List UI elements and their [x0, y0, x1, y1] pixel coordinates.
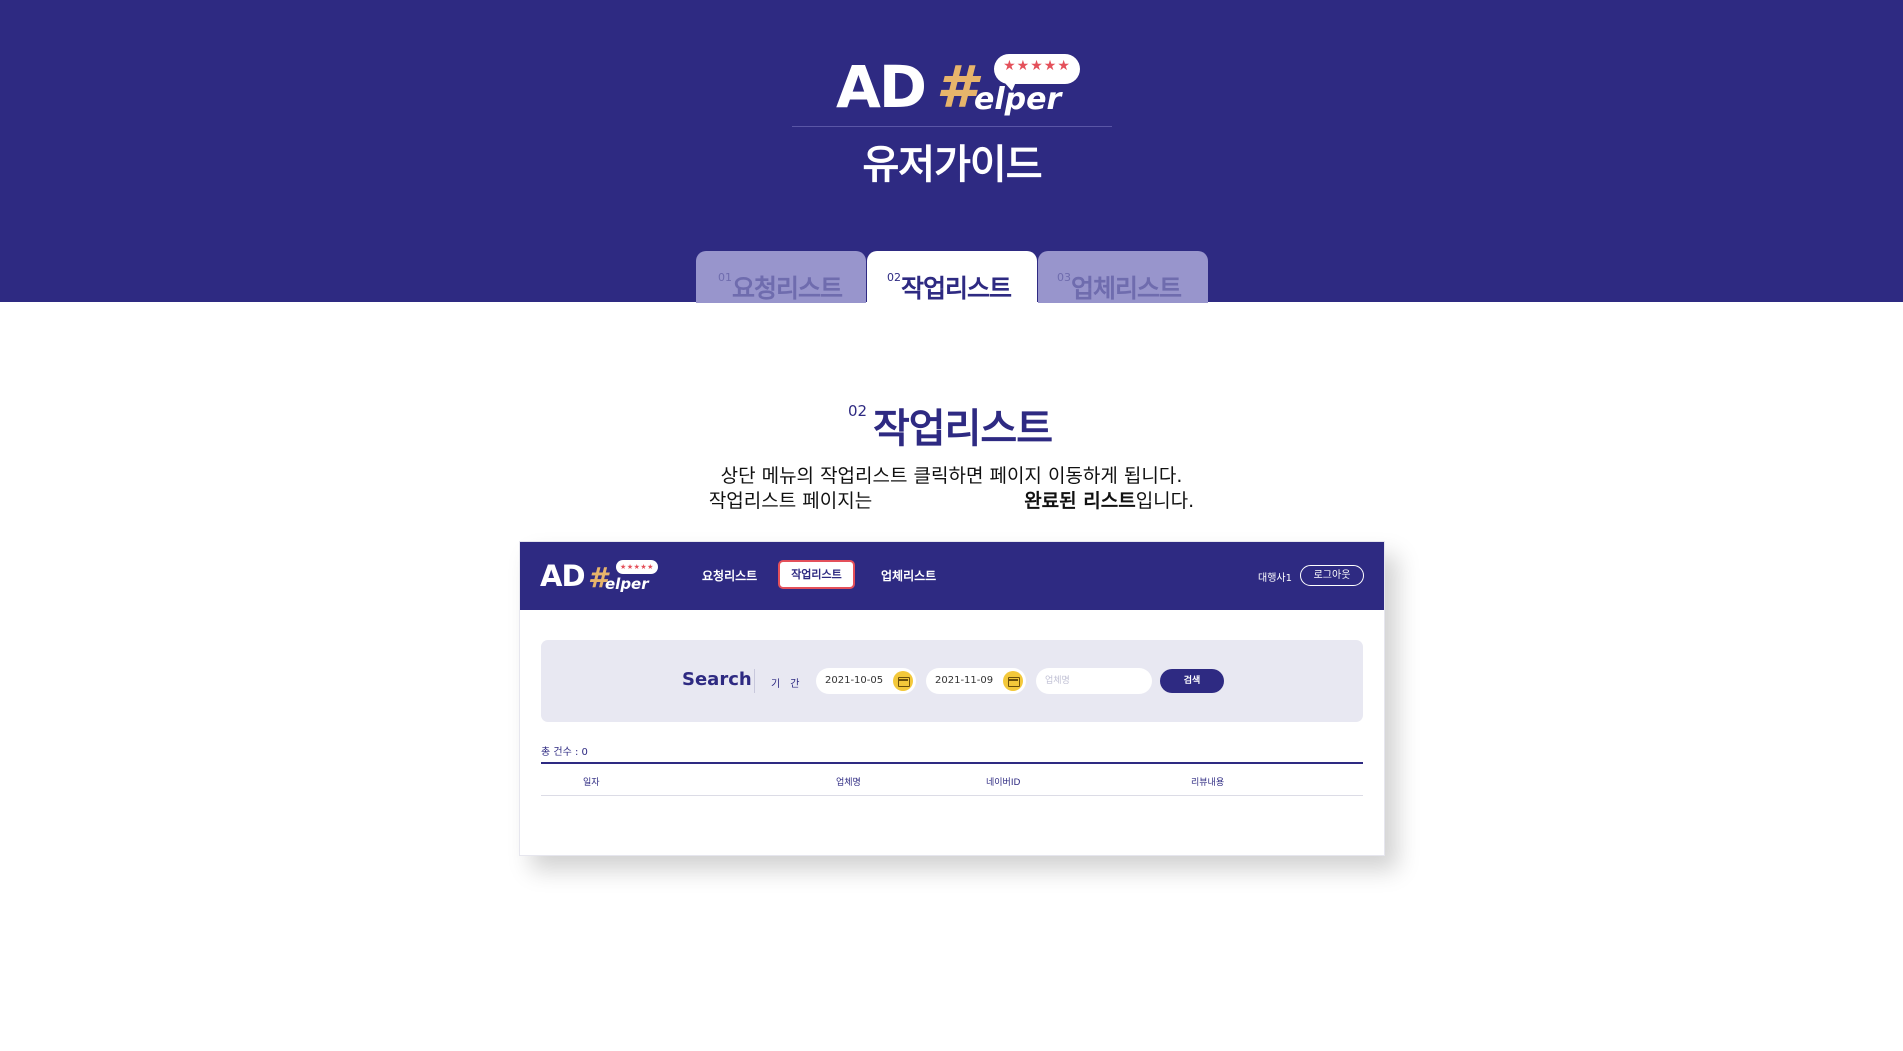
user-name: 대행사1: [1258, 573, 1292, 584]
header-banner: AD # elper ★★★★★ 유저가이드 01 요청리스트 02 작업리스트…: [0, 0, 1903, 303]
table-header: 일자 업체명 네이버ID 리뷰내용: [541, 762, 1363, 796]
company-search-input[interactable]: 업체명: [1036, 668, 1152, 694]
tab-number: 03: [1057, 271, 1071, 284]
calendar-icon[interactable]: [893, 671, 913, 691]
nav-work-list-highlighted[interactable]: 작업리스트: [778, 560, 855, 589]
logo-stars: ★★★★★: [1003, 58, 1071, 74]
period-label: 기간: [771, 679, 810, 690]
date-to-field[interactable]: 2021-11-09: [926, 668, 1026, 694]
search-button[interactable]: 검색: [1160, 669, 1224, 693]
search-label: Search: [682, 669, 752, 690]
search-divider: [754, 669, 755, 693]
description-line-1: 상단 메뉴의 작업리스트 클릭하면 페이지 이동하게 됩니다.: [720, 465, 1183, 487]
nav-company-list[interactable]: 업체리스트: [881, 567, 936, 584]
tab-request-list[interactable]: 01 요청리스트: [696, 251, 866, 303]
date-from-field[interactable]: 2021-10-05: [816, 668, 916, 694]
title-divider: [792, 126, 1112, 127]
tab-number: 01: [718, 271, 732, 284]
app-screenshot: AD # elper ★★★★★ 요청리스트 작업리스트 업체리스트 대행사1 …: [519, 541, 1385, 856]
nav-request-list[interactable]: 요청리스트: [702, 567, 757, 584]
column-review: 리뷰내용: [1191, 778, 1225, 788]
tab-company-list[interactable]: 03 업체리스트: [1038, 251, 1208, 303]
app-logo[interactable]: AD # elper ★★★★★: [540, 558, 660, 598]
logo-elper-text: elper: [605, 575, 649, 593]
calendar-icon[interactable]: [1003, 671, 1023, 691]
description-line-2: 작업리스트 페이지는 완료된 리스트입니다.: [600, 486, 1303, 513]
date-to-value: 2021-11-09: [935, 675, 994, 686]
logo-star-bubble-icon: ★★★★★: [616, 560, 658, 574]
column-date: 일자: [583, 778, 600, 788]
logout-button[interactable]: 로그아웃: [1300, 565, 1364, 586]
logo-ad-text: AD: [540, 559, 586, 593]
description-suffix: 입니다.: [1135, 490, 1195, 512]
description-bold: 완료된 리스트: [1024, 490, 1136, 512]
tab-number: 02: [887, 271, 901, 284]
adhelper-logo: AD # elper ★★★★★: [836, 48, 1086, 122]
logo-star-bubble-icon: ★★★★★: [994, 54, 1080, 91]
tab-label: 업체리스트: [1071, 274, 1182, 303]
section-number: 02: [848, 402, 868, 420]
logo-ad-text: AD: [836, 53, 927, 121]
section-title: 작업리스트: [873, 406, 1053, 452]
tab-label: 요청리스트: [732, 274, 843, 303]
description-prefix: 작업리스트 페이지는: [708, 490, 873, 512]
logo-hash-mark: #: [936, 53, 977, 121]
column-naver-id: 네이버ID: [986, 778, 1021, 788]
date-from-value: 2021-10-05: [825, 675, 884, 686]
tab-label: 작업리스트: [901, 274, 1012, 303]
app-navbar: AD # elper ★★★★★ 요청리스트 작업리스트 업체리스트 대행사1 …: [520, 542, 1384, 610]
column-company: 업체명: [836, 778, 861, 788]
tab-work-list[interactable]: 02 작업리스트: [867, 251, 1037, 303]
page-title: 유저가이드: [862, 142, 1043, 188]
search-panel: Search 기간 2021-10-05 2021-11-09 업체명 검색: [541, 640, 1363, 722]
logo-elper-text: elper: [974, 82, 1062, 117]
total-count: 총 건수 : 0: [541, 747, 588, 758]
